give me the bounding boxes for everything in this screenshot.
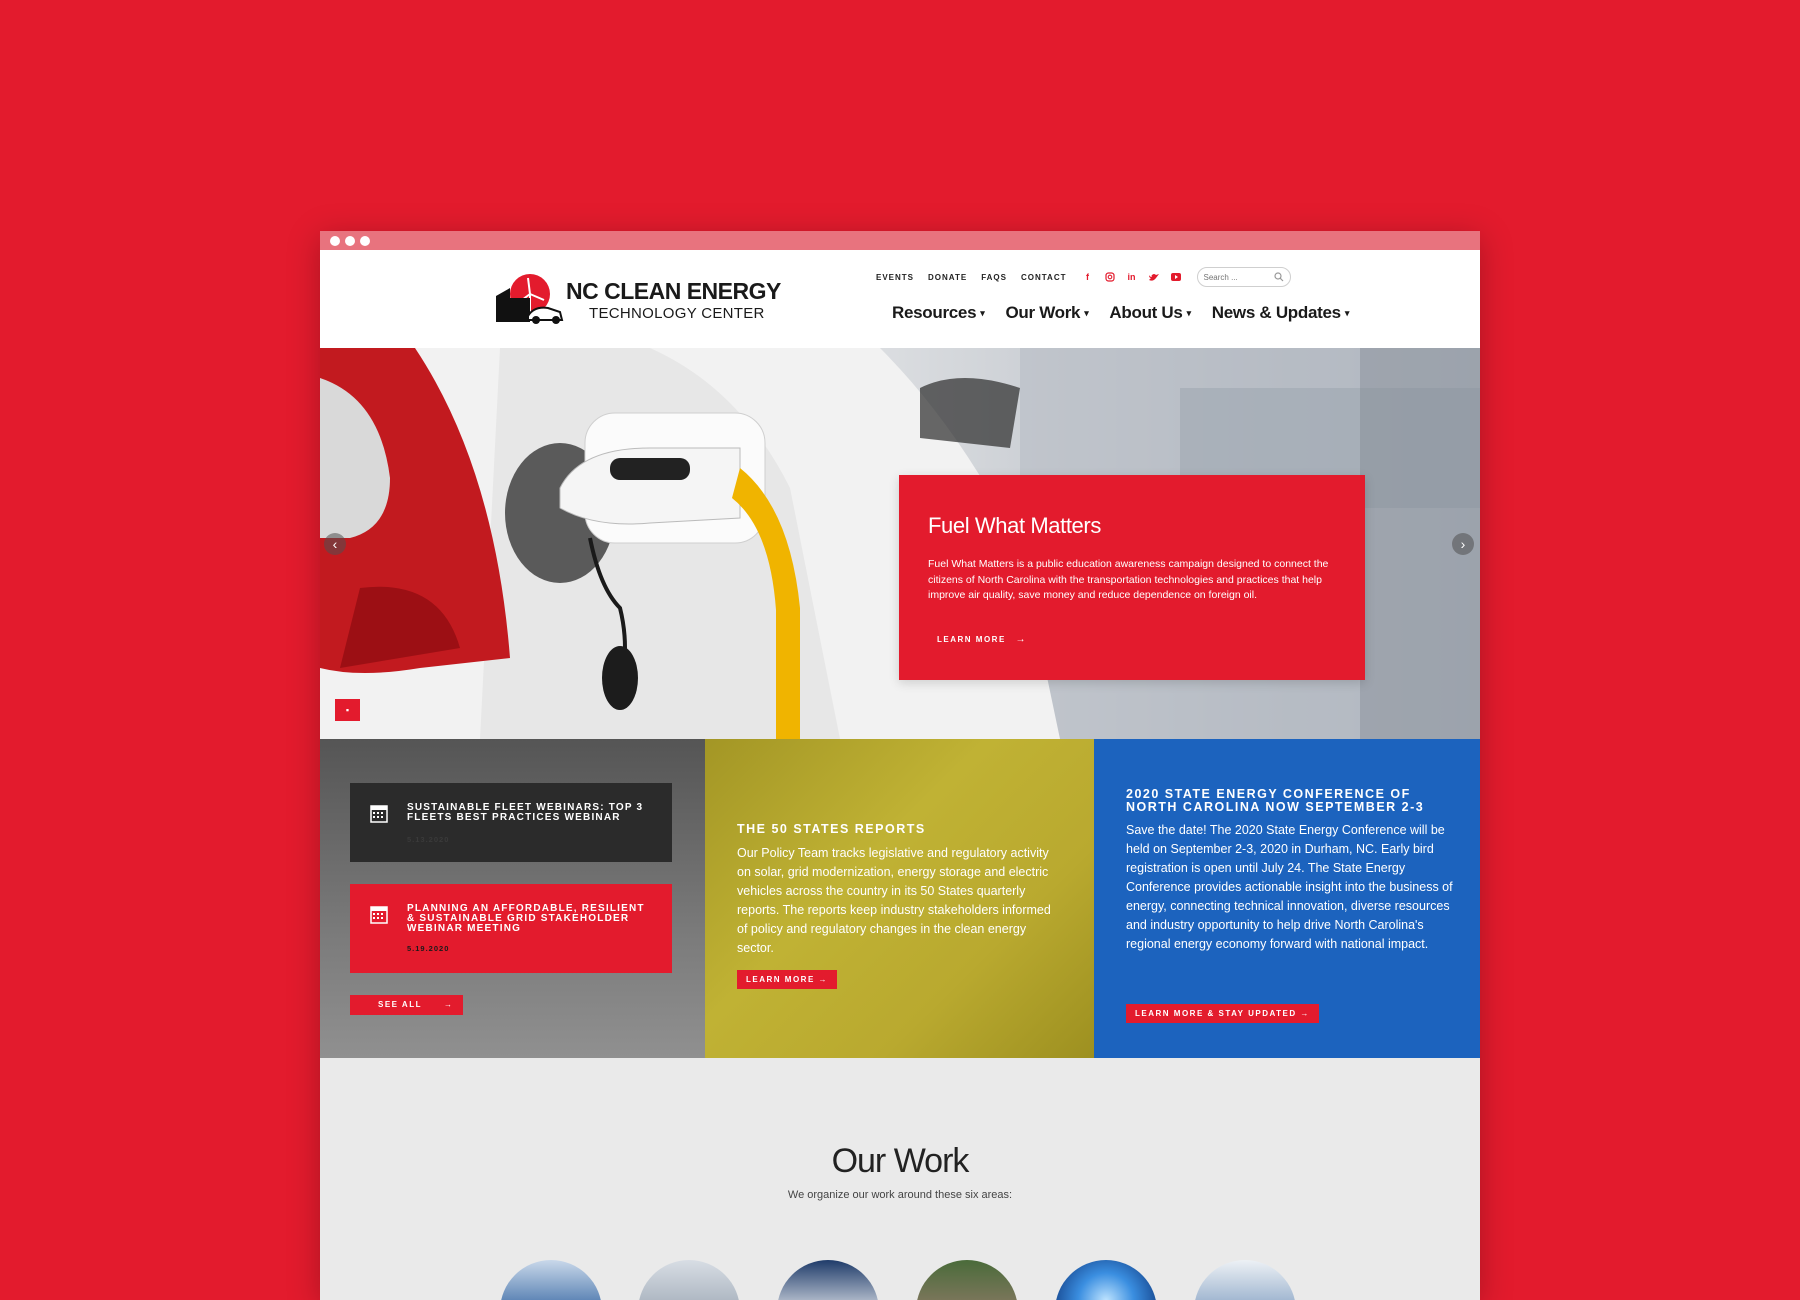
- search-icon[interactable]: [1273, 272, 1284, 282]
- window-dot-icon[interactable]: [345, 236, 355, 246]
- hero-body: Fuel What Matters is a public education …: [928, 558, 1329, 601]
- caret-down-icon: ▾: [1344, 308, 1350, 319]
- event-date: 5.13.2020: [407, 835, 450, 844]
- work-area-grid-image[interactable]: [638, 1260, 740, 1300]
- reports-learn-more-button[interactable]: LEARN MORE →: [737, 970, 838, 989]
- events-panel: SUSTAINABLE FLEET WEBINARS: TOP 3 FLEETS…: [320, 739, 705, 1058]
- twitter-icon[interactable]: [1147, 270, 1161, 284]
- instagram-icon[interactable]: [1103, 270, 1117, 284]
- site-header: NC CLEAN ENERGY TECHNOLOGY CENTER EVENTS…: [320, 250, 1480, 348]
- youtube-icon[interactable]: [1169, 270, 1183, 284]
- conference-body: Save the date! The 2020 State Energy Con…: [1126, 823, 1453, 951]
- see-all-button[interactable]: SEE ALL →: [350, 995, 463, 1015]
- hero-card: Fuel What Matters Fuel What Matters is a…: [899, 475, 1365, 680]
- conference-panel: 2020 STATE ENERGY CONFERENCE OF NORTH CA…: [1094, 739, 1480, 1058]
- work-area-vehicles-image[interactable]: [777, 1260, 879, 1300]
- conference-learn-more-button[interactable]: LEARN MORE & STAY UPDATED →: [1126, 1004, 1319, 1023]
- logo-mark-icon: [496, 274, 564, 324]
- logo-title: NC CLEAN ENERGY: [566, 278, 781, 304]
- window-dot-icon[interactable]: [360, 236, 370, 246]
- site-logo[interactable]: NC CLEAN ENERGY TECHNOLOGY CENTER: [494, 272, 781, 330]
- work-area-climate-image[interactable]: [1194, 1260, 1296, 1300]
- caret-down-icon: ▾: [1084, 308, 1089, 319]
- work-area-efficiency-image[interactable]: [1055, 1260, 1157, 1300]
- caret-down-icon: ▾: [980, 308, 985, 319]
- reports-title: THE 50 STATES REPORTS: [737, 822, 926, 836]
- nav-link-faqs[interactable]: FAQS: [981, 273, 1007, 282]
- button-label: SEE ALL: [378, 1000, 422, 1009]
- linkedin-icon[interactable]: in: [1125, 270, 1139, 284]
- utility-nav: EVENTS DONATE FAQS CONTACT f in: [876, 266, 1291, 288]
- slide-pause-button[interactable]: ▪: [335, 699, 360, 721]
- button-label: LEARN MORE: [746, 975, 815, 984]
- arrow-right-icon: →: [1300, 1009, 1310, 1018]
- nav-about-us[interactable]: About Us ▾: [1109, 303, 1192, 323]
- slider-next-button[interactable]: ›: [1452, 533, 1474, 555]
- arrow-right-icon: →: [818, 975, 829, 984]
- conference-title: 2020 STATE ENERGY CONFERENCE OF NORTH CA…: [1126, 787, 1425, 814]
- section-subtitle: We organize our work around these six ar…: [787, 1189, 1013, 1201]
- nav-news-updates[interactable]: News & Updates ▾: [1211, 303, 1350, 323]
- logo-subtitle: TECHNOLOGY CENTER: [589, 305, 765, 322]
- hero-slider: ‹ › ▪ Fuel What Matters Fuel What Matter…: [320, 348, 1480, 739]
- window-dot-icon[interactable]: [330, 236, 340, 246]
- nav-resources[interactable]: Resources ▾: [892, 303, 985, 323]
- search-box[interactable]: [1196, 267, 1291, 287]
- browser-window: NC CLEAN ENERGY TECHNOLOGY CENTER EVENTS…: [320, 231, 1480, 1300]
- nav-label: About Us: [1109, 303, 1183, 322]
- nav-our-work[interactable]: Our Work ▾: [1005, 303, 1088, 323]
- browser-chrome: [320, 231, 1480, 250]
- event-date: 5.19.2020: [407, 944, 450, 953]
- arrow-right-icon: →: [1015, 634, 1028, 645]
- reports-body: Our Policy Team tracks legislative and r…: [737, 846, 1051, 955]
- caret-down-icon: ▾: [1186, 308, 1192, 319]
- nav-link-events[interactable]: EVENTS: [876, 273, 914, 282]
- event-card[interactable]: SUSTAINABLE FLEET WEBINARS: TOP 3 FLEETS…: [350, 783, 672, 862]
- slider-prev-button[interactable]: ‹: [324, 533, 346, 555]
- calendar-icon: [370, 805, 388, 823]
- event-title: SUSTAINABLE FLEET WEBINARS: TOP 3 FLEETS…: [407, 802, 644, 823]
- section-title: Our Work: [831, 1142, 970, 1180]
- our-work-section: Our Work We organize our work around the…: [320, 1058, 1480, 1300]
- event-card[interactable]: PLANNING AN AFFORDABLE, RESILIENT & SUST…: [350, 884, 672, 973]
- nav-link-contact[interactable]: CONTACT: [1021, 273, 1067, 282]
- hero-title: Fuel What Matters: [928, 513, 1101, 538]
- work-area-solar-image[interactable]: [500, 1260, 602, 1300]
- facebook-icon[interactable]: f: [1081, 270, 1095, 284]
- arrow-right-icon: →: [444, 1000, 454, 1009]
- button-label: LEARN MORE & STAY UPDATED: [1135, 1009, 1297, 1018]
- work-area-people-image[interactable]: [916, 1260, 1018, 1300]
- nav-label: Our Work: [1005, 303, 1081, 322]
- nav-link-donate[interactable]: DONATE: [928, 273, 967, 282]
- calendar-icon: [370, 906, 388, 924]
- reports-panel: THE 50 STATES REPORTS Our Policy Team tr…: [705, 739, 1094, 1058]
- feature-panels: SUSTAINABLE FLEET WEBINARS: TOP 3 FLEETS…: [320, 739, 1480, 1058]
- nav-label: Resources: [892, 303, 977, 322]
- nav-label: News & Updates: [1211, 303, 1341, 322]
- search-input[interactable]: [1203, 272, 1274, 282]
- main-nav: Resources ▾ Our Work ▾ About Us ▾ News & Up…: [892, 303, 1370, 323]
- event-title: PLANNING AN AFFORDABLE, RESILIENT & SUST…: [407, 903, 645, 934]
- link-label: LEARN MORE: [937, 635, 1006, 644]
- hero-learn-more-link[interactable]: LEARN MORE →: [937, 634, 1027, 645]
